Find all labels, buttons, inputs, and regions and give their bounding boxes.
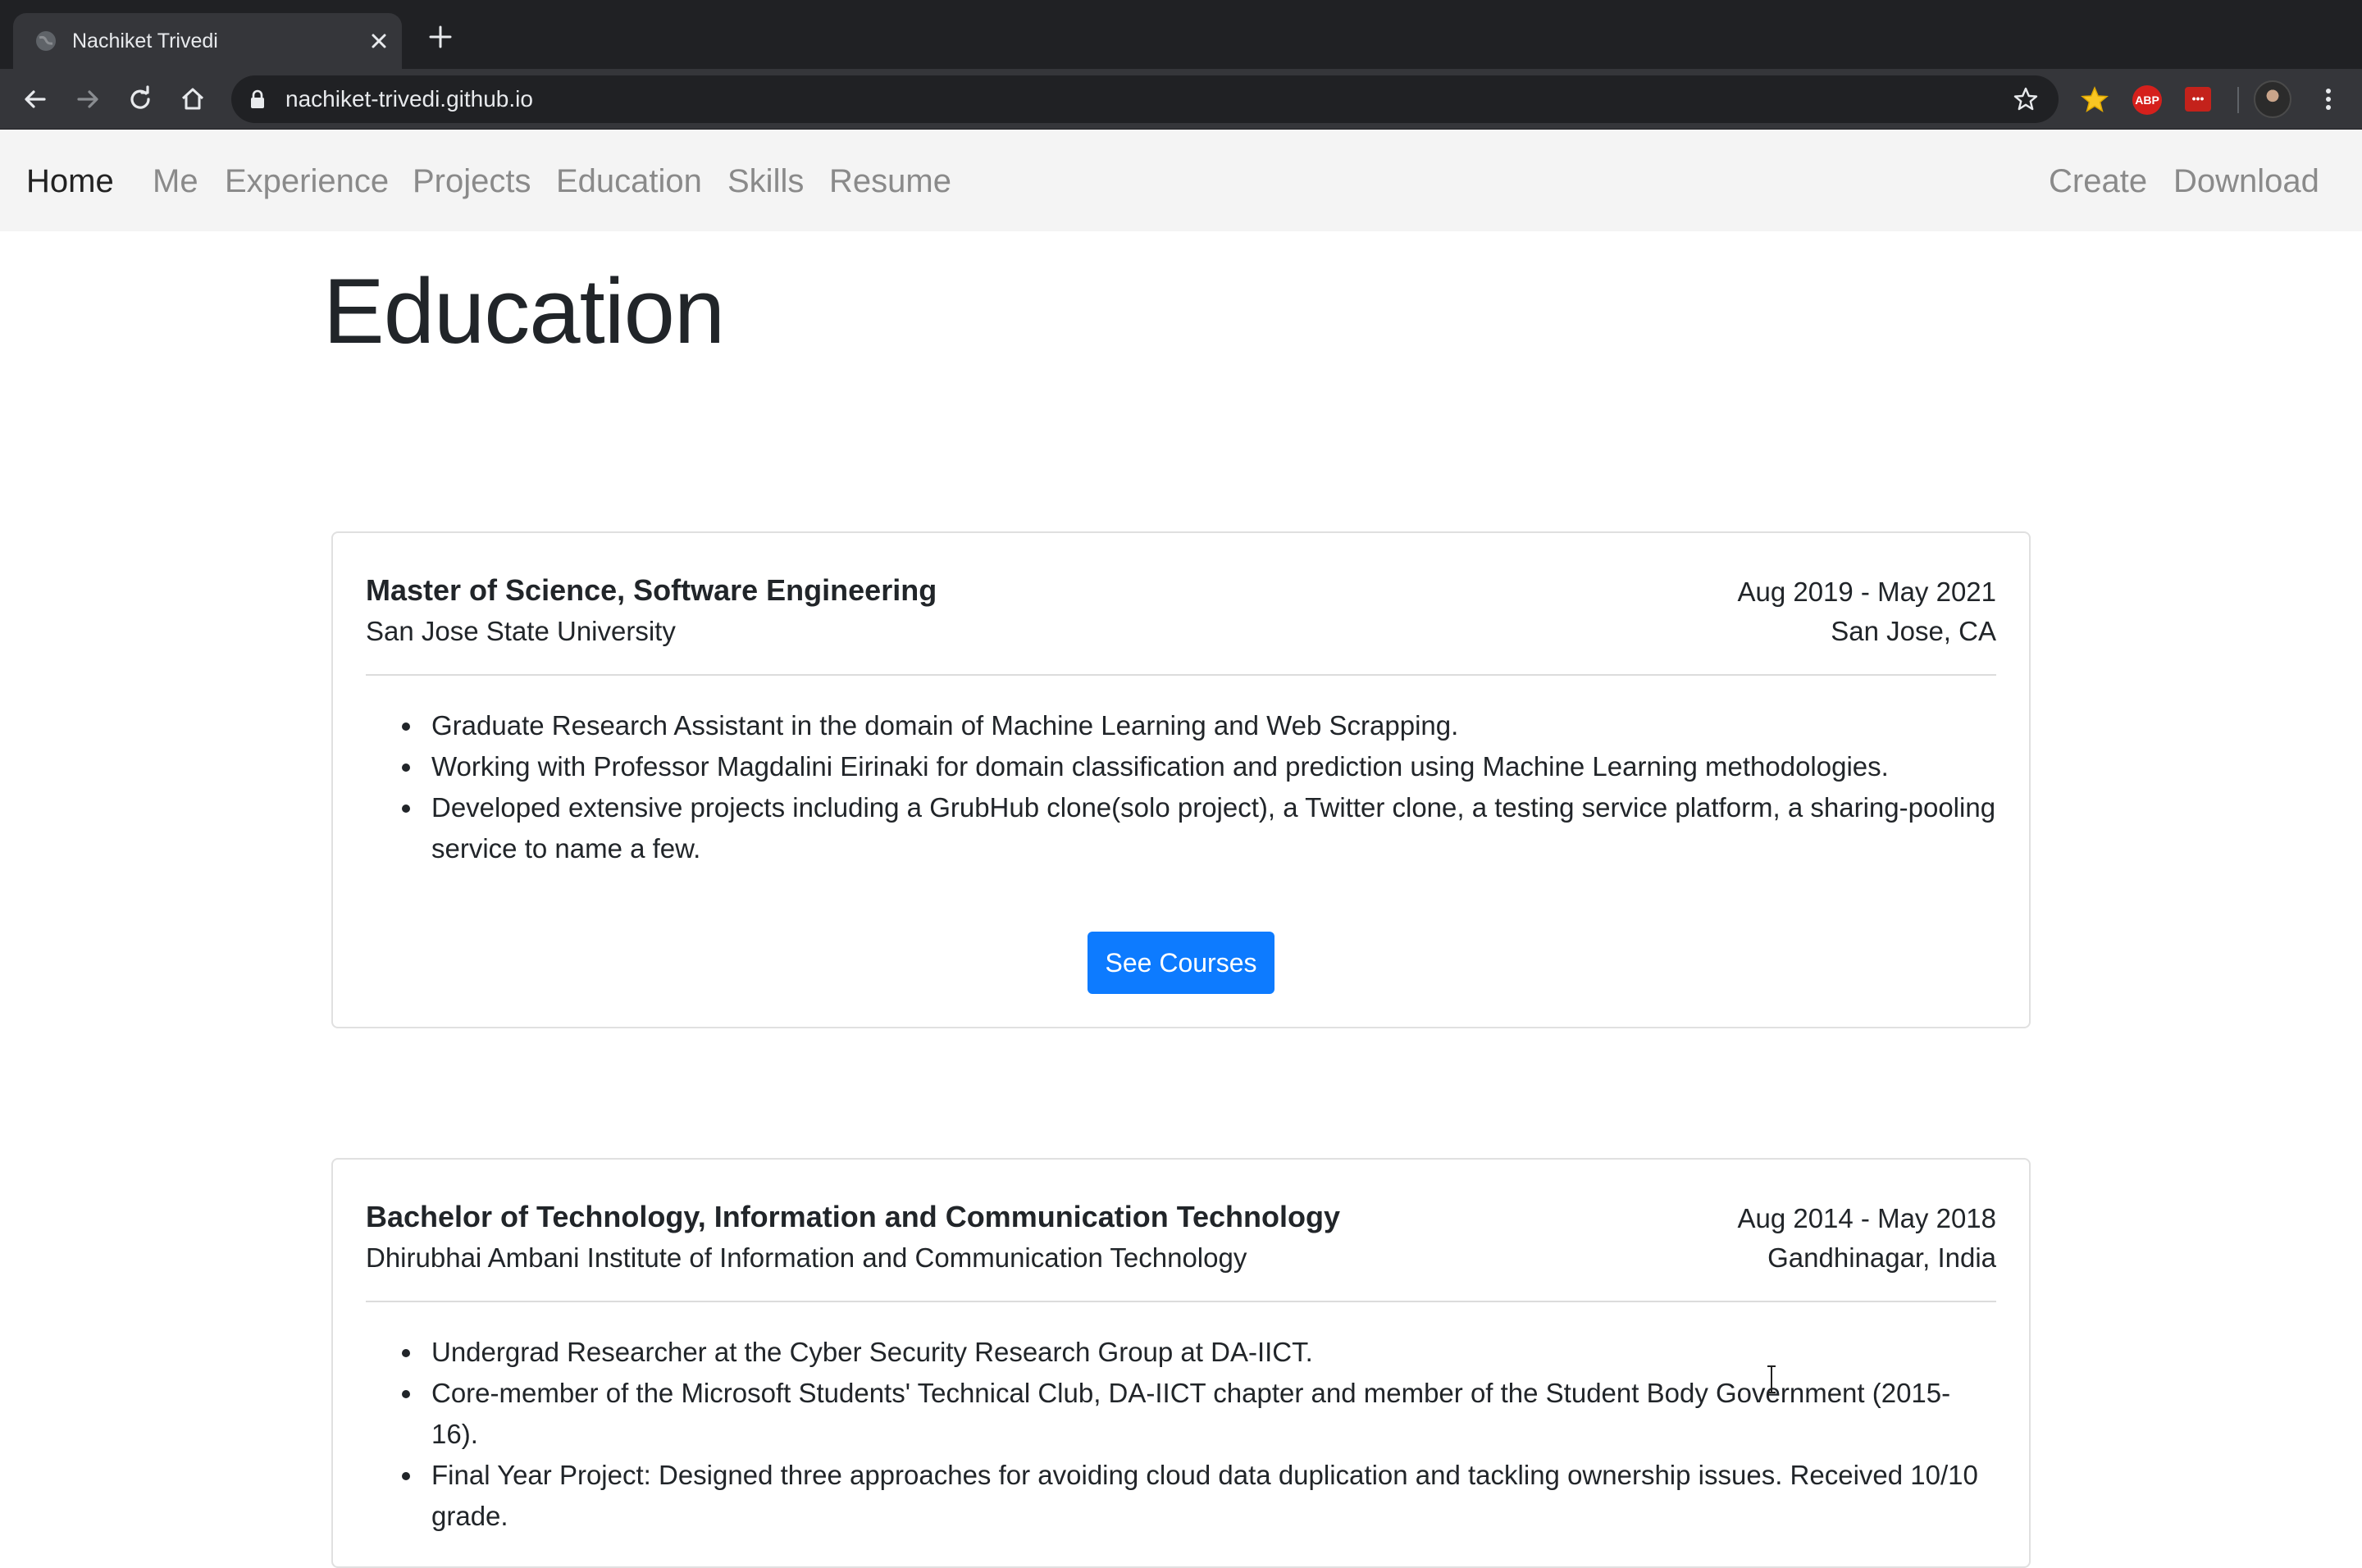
lock-icon — [251, 89, 264, 108]
toolbar-divider — [2237, 87, 2239, 113]
nav-projects[interactable]: Projects — [413, 162, 531, 200]
list-item: Final Year Project: Designed three appro… — [399, 1455, 1996, 1537]
divider — [366, 674, 1996, 676]
see-courses-button[interactable]: See Courses — [1088, 932, 1274, 994]
url-text[interactable]: nachiket-trivedi.github.io — [285, 87, 533, 112]
list-item: Core-member of the Microsoft Students' T… — [399, 1373, 1996, 1455]
list-item: Working with Professor Magdalini Eirinak… — [399, 746, 1996, 787]
list-item: Developed extensive projects including a… — [399, 787, 1996, 869]
degree-title: Master of Science, Software Engineering — [366, 573, 937, 607]
list-item: Undergrad Researcher at the Cyber Securi… — [399, 1332, 1996, 1373]
nav-download[interactable]: Download — [2173, 162, 2319, 200]
bookmark-star-icon[interactable] — [2013, 86, 2039, 112]
kebab-menu-icon[interactable] — [2314, 85, 2342, 113]
bullet-list: Graduate Research Assistant in the domai… — [399, 705, 1996, 869]
degree-title: Bachelor of Technology, Information and … — [366, 1200, 1341, 1233]
browser-tab-strip: Nachiket Trivedi — [0, 0, 2362, 69]
nav-skills[interactable]: Skills — [727, 162, 804, 200]
browser-tab[interactable]: Nachiket Trivedi — [13, 13, 402, 69]
browser-toolbar: nachiket-trivedi.github.io ABP ••• — [0, 69, 2362, 130]
plus-icon[interactable] — [428, 25, 453, 49]
location: San Jose, CA — [1831, 616, 1996, 646]
school-name: Dhirubhai Ambani Institute of Informatio… — [366, 1242, 1247, 1273]
home-icon[interactable] — [179, 85, 207, 113]
nav-create[interactable]: Create — [2049, 162, 2147, 200]
profile-avatar[interactable] — [2254, 80, 2291, 118]
reload-icon[interactable] — [126, 85, 154, 113]
address-bar[interactable]: nachiket-trivedi.github.io — [231, 75, 2059, 123]
back-arrow-icon[interactable] — [21, 85, 49, 113]
date-range: Aug 2014 - May 2018 — [1737, 1203, 1996, 1233]
site-navbar: Home Me Experience Projects Education Sk… — [0, 130, 2362, 231]
page-title: Education — [323, 260, 725, 362]
education-card: Master of Science, Software Engineering … — [331, 531, 2031, 1028]
nav-experience[interactable]: Experience — [225, 162, 389, 200]
nav-me[interactable]: Me — [153, 162, 198, 200]
bullet-list: Undergrad Researcher at the Cyber Securi… — [399, 1332, 1996, 1537]
list-item: Graduate Research Assistant in the domai… — [399, 705, 1996, 746]
adblock-plus-icon[interactable]: ABP — [2132, 85, 2162, 115]
forward-arrow-icon[interactable] — [74, 85, 102, 113]
nav-education[interactable]: Education — [556, 162, 702, 200]
nav-home[interactable]: Home — [26, 162, 114, 200]
education-card: Bachelor of Technology, Information and … — [331, 1158, 2031, 1568]
location: Gandhinagar, India — [1767, 1242, 1996, 1273]
divider — [366, 1301, 1996, 1302]
star-extension-icon[interactable] — [2080, 85, 2109, 115]
date-range: Aug 2019 - May 2021 — [1737, 577, 1996, 607]
tab-title: Nachiket Trivedi — [72, 30, 218, 52]
globe-icon — [36, 31, 56, 51]
close-icon[interactable] — [369, 31, 389, 51]
text-cursor-icon — [1767, 1365, 1776, 1393]
password-manager-icon[interactable]: ••• — [2185, 87, 2211, 112]
nav-resume[interactable]: Resume — [829, 162, 951, 200]
school-name: San Jose State University — [366, 616, 676, 646]
